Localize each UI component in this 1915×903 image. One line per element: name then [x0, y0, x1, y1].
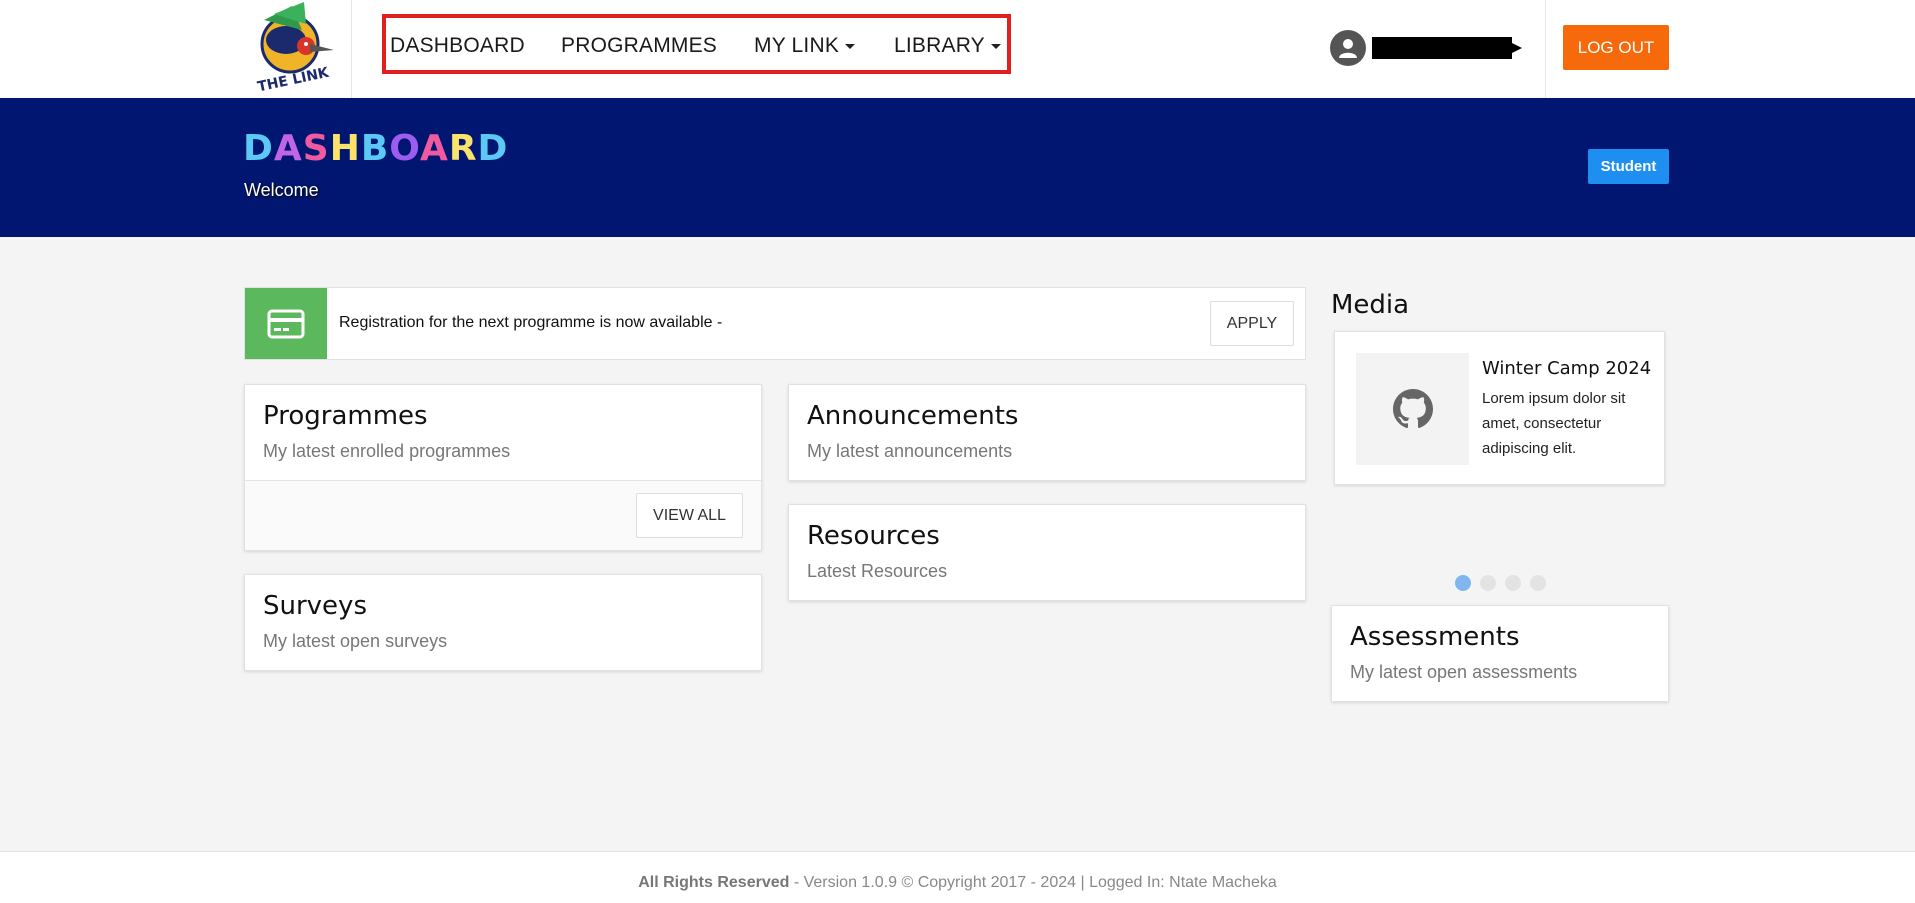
top-navbar: THE LINK DASHBOARD PROGRAMMES MY LINK LI… — [0, 0, 1915, 98]
nav-item-library[interactable]: LIBRARY — [894, 34, 1001, 58]
card-subtitle: My latest announcements — [807, 441, 1013, 461]
card-subtitle: My latest open assessments — [1350, 662, 1578, 682]
card-title: Announcements — [807, 401, 1019, 431]
registration-notice-text: Registration for the next programme is n… — [339, 314, 723, 331]
apply-button[interactable]: APPLY — [1210, 301, 1294, 346]
nav-item-label: DASHBOARD — [390, 34, 525, 57]
card-subtitle: Latest Resources — [807, 561, 948, 581]
carousel-dot[interactable] — [1530, 575, 1546, 591]
assessments-card[interactable]: Assessments My latest open assessments — [1331, 605, 1669, 702]
card-subtitle: My latest enrolled programmes — [263, 441, 511, 461]
card-footer: VIEW ALL — [245, 480, 761, 550]
carousel-dot[interactable] — [1455, 575, 1471, 591]
page-title-letter: D — [477, 128, 509, 169]
announcements-card[interactable]: Announcements My latest announcements — [788, 384, 1306, 481]
nav-item-programmes[interactable]: PROGRAMMES — [561, 34, 717, 58]
nav-item-label: MY LINK — [754, 34, 840, 57]
page-title-letter: A — [419, 128, 449, 169]
credit-card-icon — [245, 288, 327, 359]
user-menu-caret-icon — [1512, 43, 1522, 53]
footer-rights: All Rights Reserved — [638, 874, 790, 891]
user-name-redacted — [1372, 37, 1512, 59]
nav-item-my-link[interactable]: MY LINK — [754, 34, 856, 58]
page-banner: DASHBOARD Welcome Student — [0, 98, 1915, 237]
registration-notice: Registration for the next programme is n… — [244, 287, 1306, 360]
media-item[interactable]: Winter Camp 2024 Lorem ipsum dolor sit a… — [1334, 331, 1665, 485]
nav-divider — [1545, 0, 1546, 98]
nav-item-label: PROGRAMMES — [561, 34, 718, 57]
footer-version-text: - Version 1.0.9 © Copyright 2017 - 2024 … — [789, 874, 1277, 891]
card-title: Assessments — [1350, 622, 1520, 652]
view-all-button[interactable]: VIEW ALL — [636, 493, 743, 538]
page-title: DASHBOARD — [243, 128, 508, 169]
media-item-title: Winter Camp 2024 — [1482, 358, 1652, 379]
media-item-text: Lorem ipsum dolor sit amet, consectetur … — [1482, 390, 1626, 457]
card-title: Surveys — [263, 591, 367, 621]
nav-item-dashboard[interactable]: DASHBOARD — [390, 34, 525, 58]
resources-card[interactable]: Resources Latest Resources — [788, 504, 1306, 601]
github-icon — [1356, 353, 1469, 465]
page-title-letter: O — [389, 128, 420, 169]
media-heading: Media — [1331, 290, 1410, 320]
card-title: Programmes — [263, 401, 428, 431]
logout-button[interactable]: LOG OUT — [1563, 25, 1669, 70]
caret-down-icon — [990, 43, 1001, 49]
card-title: Resources — [807, 521, 940, 551]
role-badge[interactable]: Student — [1588, 149, 1669, 184]
page-title-letter: D — [243, 128, 274, 169]
caret-down-icon — [845, 43, 856, 49]
page-title-letter: S — [302, 128, 330, 169]
programmes-card: Programmes My latest enrolled programmes… — [244, 384, 762, 551]
carousel-dot[interactable] — [1480, 575, 1496, 591]
page-title-letter: B — [360, 128, 390, 169]
carousel-dots — [1455, 575, 1546, 591]
nav-item-label: LIBRARY — [894, 34, 985, 57]
page-subtitle: Welcome — [244, 180, 319, 200]
user-menu[interactable] — [1330, 30, 1522, 66]
bird-logo-icon: THE LINK — [256, 2, 334, 95]
page-title-letter: A — [273, 128, 303, 169]
page-footer: All Rights Reserved - Version 1.0.9 © Co… — [0, 851, 1915, 903]
page-title-letter: H — [329, 128, 361, 169]
user-avatar-icon — [1330, 30, 1366, 66]
card-subtitle: My latest open surveys — [263, 631, 448, 651]
surveys-card[interactable]: Surveys My latest open surveys — [244, 574, 762, 671]
site-logo[interactable]: THE LINK — [244, 0, 352, 98]
page-title-letter: R — [448, 128, 478, 169]
carousel-dot[interactable] — [1505, 575, 1521, 591]
